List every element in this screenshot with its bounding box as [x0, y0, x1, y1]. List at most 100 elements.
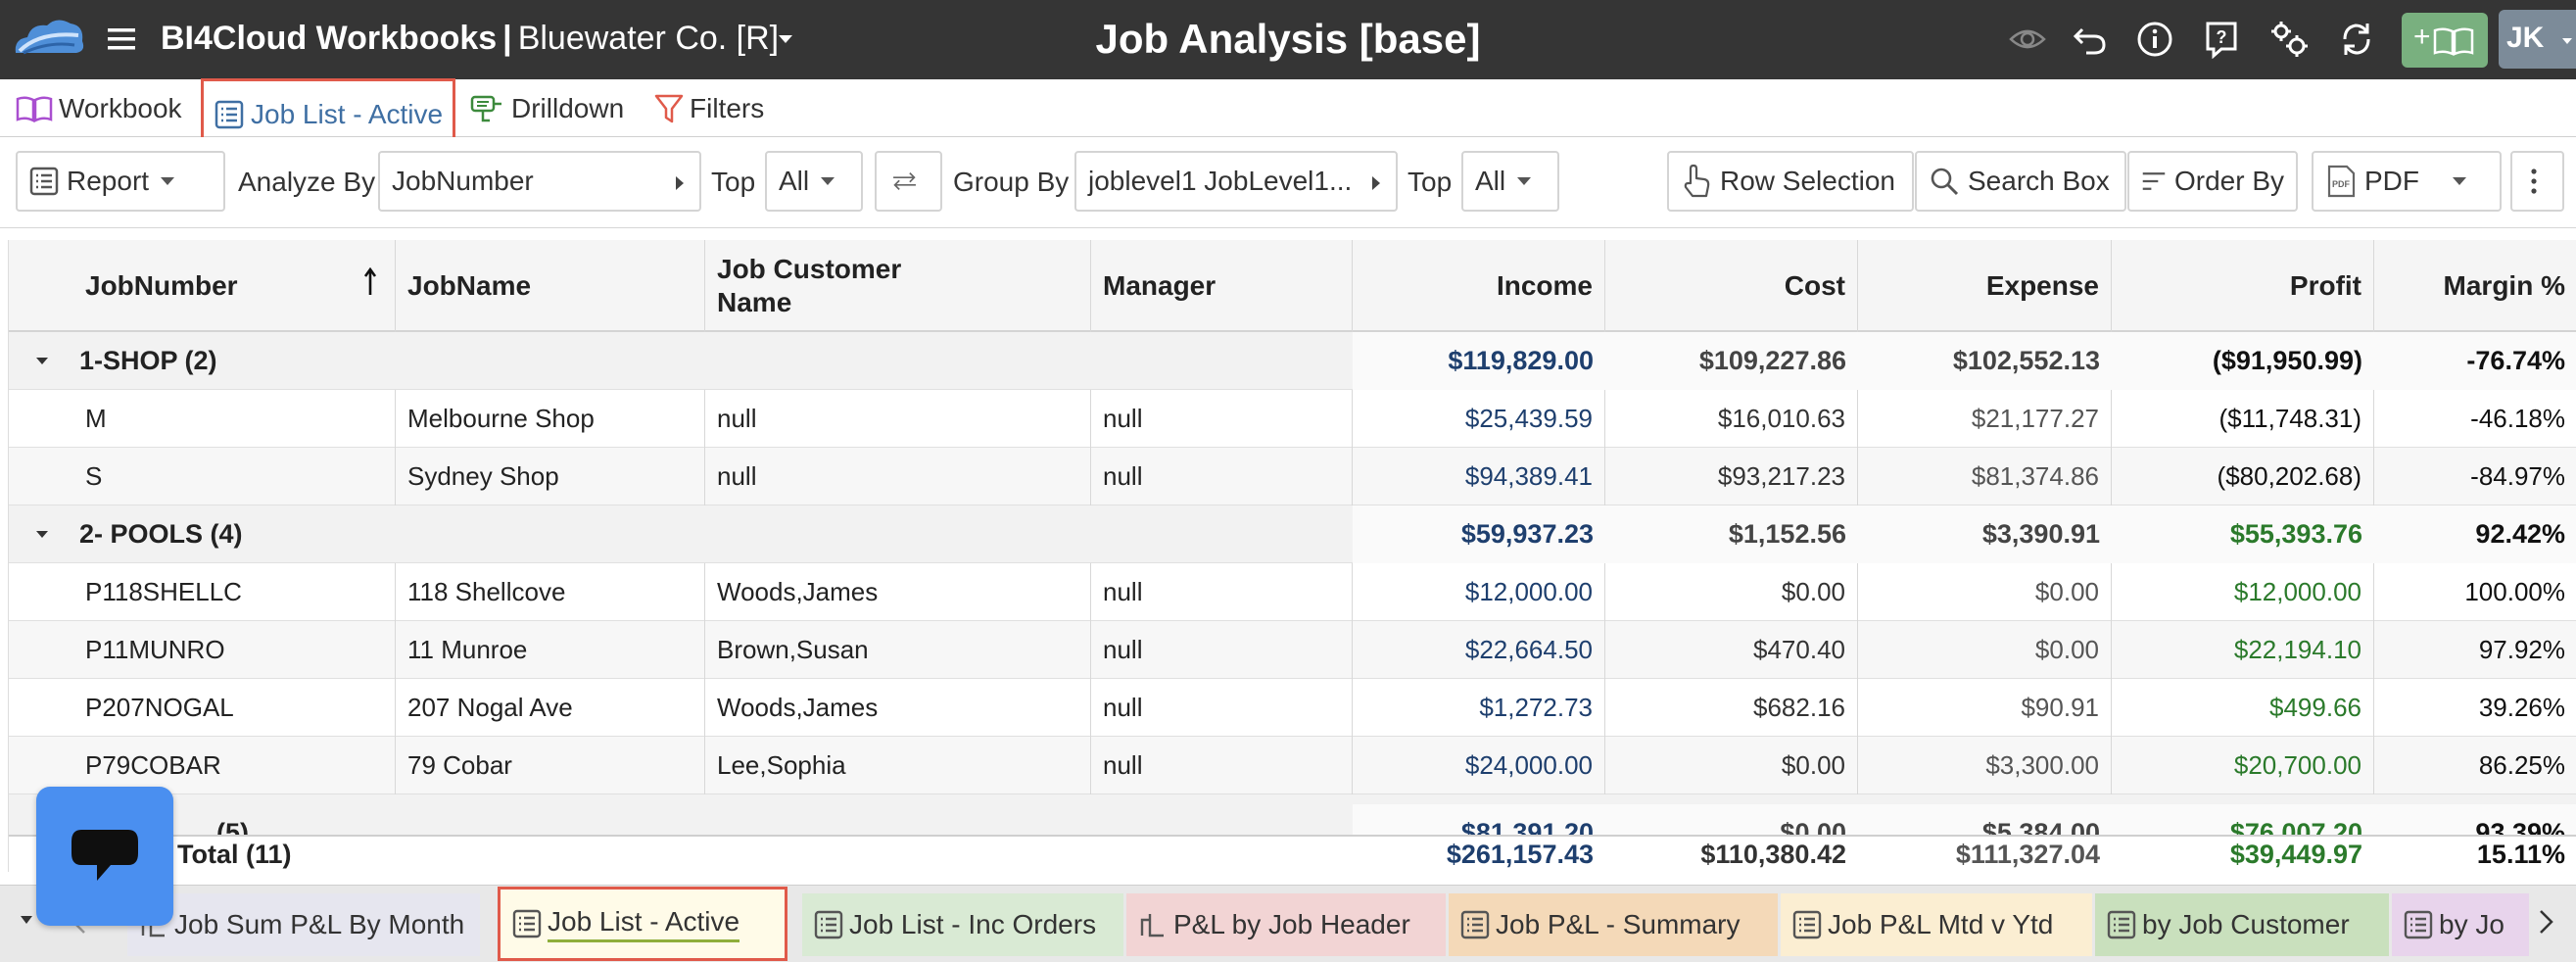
cell-income: $25,439.59	[1353, 390, 1605, 448]
collapse-caret-icon[interactable]	[36, 531, 48, 538]
tab-drilldown[interactable]: Drilldown	[470, 79, 624, 137]
col-header-margin[interactable]: Margin %	[2374, 240, 2576, 332]
col-manager-label: Manager	[1103, 270, 1216, 301]
collapse-caret-icon[interactable]	[36, 358, 48, 364]
sheet-tab-by-job[interactable]: by Jo	[2392, 893, 2529, 956]
cell-customer: Woods,James	[705, 563, 1091, 621]
cell-expense: $81,374.86	[1858, 448, 2112, 505]
cell-profit: $499.66	[2112, 679, 2374, 737]
top-select[interactable]: All	[765, 151, 863, 212]
refresh-icon[interactable]	[2337, 20, 2376, 59]
workbook-title[interactable]: BI4Cloud Workbooks | Bluewater Co. [R]	[161, 20, 779, 58]
tab-workbook[interactable]: Workbook	[16, 79, 182, 137]
table-row[interactable]: M Melbourne Shop null null $25,439.59 $1…	[9, 390, 2576, 448]
cell-expense: $0.00	[1858, 621, 2112, 679]
cell-margin: 86.25%	[2478, 750, 2565, 780]
tab-filters[interactable]: Filters	[654, 79, 764, 137]
analyze-by-value: JobNumber	[392, 166, 534, 196]
col-income-label: Income	[1496, 270, 1593, 301]
cell-manager: null	[1091, 563, 1353, 621]
cell-expense: $0.00	[1858, 563, 2112, 621]
cell-cost: $93,217.23	[1605, 448, 1858, 505]
order-by-label: Order By	[2173, 166, 2284, 196]
table-row[interactable]: P11MUNRO 11 Munroe Brown,Susan null $22,…	[9, 621, 2576, 679]
group-row[interactable]: 2- POOLS (4) $59,937.23 $1,152.56 $3,390…	[9, 505, 2576, 563]
cell-customer: null	[705, 390, 1091, 448]
group-by-select[interactable]: joblevel1 JobLevel1...	[1074, 151, 1398, 212]
more-options-button[interactable]	[2510, 151, 2564, 212]
sheet-tab-by-job-customer[interactable]: by Job Customer	[2095, 893, 2389, 956]
cell-manager: null	[1091, 737, 1353, 794]
cell-customer: null	[705, 448, 1091, 505]
bi4cloud-logo-icon[interactable]	[10, 12, 88, 63]
chevron-down-icon	[2453, 177, 2466, 185]
info-icon[interactable]	[2135, 20, 2174, 59]
help-icon[interactable]: ?	[2202, 20, 2241, 59]
col-header-income[interactable]: Income	[1353, 240, 1605, 332]
swap-axes-button[interactable]	[875, 151, 942, 212]
nav-tabs: Workbook Job List - Active Drilldown Fil…	[0, 78, 2576, 151]
tab-workbook-label: Workbook	[59, 92, 182, 123]
order-by-button[interactable]: Order By	[2127, 151, 2298, 212]
col-cost-label: Cost	[1784, 270, 1845, 301]
col-header-cost[interactable]: Cost	[1605, 240, 1858, 332]
chevron-down-icon	[821, 177, 835, 185]
table-row[interactable]: P207NOGAL 207 Nogal Ave Woods,James null…	[9, 679, 2576, 737]
more-vertical-icon	[2530, 168, 2537, 194]
user-menu-button[interactable]: JK	[2499, 10, 2576, 69]
add-workbook-button[interactable]: +	[2402, 13, 2488, 68]
cell-profit: $20,700.00	[2112, 737, 2374, 794]
sheet-list-caret-icon[interactable]	[20, 915, 33, 925]
col-margin-label: Margin %	[2443, 270, 2565, 301]
table-row[interactable]: P118SHELLC 118 Shellcove Woods,James nul…	[9, 563, 2576, 621]
top-select-2[interactable]: All	[1461, 151, 1559, 212]
tab-filters-label: Filters	[690, 92, 765, 123]
cell-jobnumber: S	[9, 448, 396, 505]
workbook-dropdown-icon[interactable]	[778, 34, 793, 44]
cell-manager: null	[1091, 390, 1353, 448]
chevron-down-icon	[1517, 177, 1532, 185]
top-value: All	[779, 166, 810, 196]
analyze-by-select[interactable]: JobNumber	[378, 151, 701, 212]
group-by-value: joblevel1 JobLevel1...	[1088, 166, 1353, 196]
cell-jobnumber: P207NOGAL	[9, 679, 396, 737]
settings-icon[interactable]	[2268, 20, 2310, 59]
pdf-export-button[interactable]: PDF PDF	[2312, 151, 2502, 212]
cell-margin: 97.92%	[2478, 635, 2565, 664]
cell-manager: null	[1091, 621, 1353, 679]
search-box-label: Search Box	[1968, 166, 2110, 196]
chat-support-button[interactable]	[36, 787, 173, 926]
sheet-tab-job-list-active[interactable]: Job List - Active	[498, 887, 787, 961]
col-header-manager[interactable]: Manager	[1091, 240, 1353, 332]
cell-jobname: 79 Cobar	[396, 737, 705, 794]
col-header-jobnumber[interactable]: JobNumber	[9, 240, 396, 332]
list-icon	[512, 909, 542, 938]
group-profit: ($91,950.99)	[2112, 332, 2374, 390]
sheet-tab-job-pl-summary[interactable]: Job P&L - Summary	[1449, 893, 1778, 956]
sort-ascending-icon	[363, 267, 377, 295]
report-menu-button[interactable]: Report	[16, 151, 225, 212]
col-header-expense[interactable]: Expense	[1858, 240, 2112, 332]
sheet-tab-job-sum-pl-by-month[interactable]: Job Sum P&L By Month	[127, 893, 480, 956]
sheet-tab-job-pl-mtd-v-ytd[interactable]: Job P&L Mtd v Ytd	[1781, 893, 2092, 956]
menu-icon[interactable]	[106, 24, 137, 55]
scroll-right-icon[interactable]	[2539, 909, 2554, 935]
sheet-tab-pl-by-job-header[interactable]: P&L by Job Header	[1126, 893, 1446, 956]
view-icon[interactable]	[2008, 20, 2047, 59]
col-header-profit[interactable]: Profit	[2112, 240, 2374, 332]
col-header-customer[interactable]: Job Customer Name	[705, 240, 1091, 332]
total-row: Total (11) $261,157.43 $110,380.42 $111,…	[9, 835, 2576, 872]
group-row[interactable]: 1-SHOP (2) $119,829.00 $109,227.86 $102,…	[9, 332, 2576, 390]
table-row[interactable]: S Sydney Shop null null $94,389.41 $93,2…	[9, 448, 2576, 505]
col-header-jobname[interactable]: JobName	[396, 240, 705, 332]
sheet-tab-job-list-inc-orders[interactable]: Job List - Inc Orders	[802, 893, 1123, 956]
cell-expense: $3,300.00	[1858, 737, 2112, 794]
row-selection-button[interactable]: Row Selection	[1667, 151, 1914, 212]
add-label: +	[2413, 21, 2431, 53]
table-row[interactable]: P79COBAR 79 Cobar Lee,Sophia null $24,00…	[9, 737, 2576, 794]
cell-cost: $0.00	[1605, 737, 1858, 794]
cell-jobname: 118 Shellcove	[396, 563, 705, 621]
search-box-button[interactable]: Search Box	[1915, 151, 2126, 212]
report-toolbar: Report Analyze By JobNumber Top All Grou…	[0, 137, 2576, 228]
undo-icon[interactable]	[2071, 20, 2110, 59]
